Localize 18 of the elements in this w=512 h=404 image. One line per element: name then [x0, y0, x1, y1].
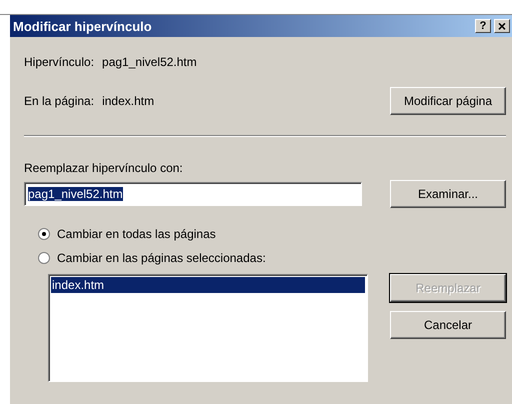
field-label: En la página: — [24, 94, 94, 108]
close-button[interactable]: × — [494, 19, 510, 33]
modify-page-button[interactable]: Modificar página — [390, 87, 506, 115]
list-item[interactable]: index.htm — [51, 277, 365, 293]
field-label: Hipervínculo: — [24, 55, 94, 69]
hyperlink-value: pag1_nivel52.htm — [102, 55, 197, 69]
radio-button[interactable] — [38, 252, 50, 264]
radio-button[interactable] — [38, 228, 50, 240]
radio-label: Cambiar en las páginas seleccionadas: — [57, 251, 266, 265]
browse-button[interactable]: Examinar... — [390, 180, 506, 208]
cancel-button[interactable]: Cancelar — [390, 311, 506, 339]
field-label: Reemplazar hipervínculo con: — [24, 161, 184, 175]
page-value: index.htm — [102, 94, 154, 108]
input-field[interactable]: pag1_nivel52.htm — [24, 182, 362, 206]
page-list[interactable]: index.htm — [48, 274, 368, 382]
window-title: Modificar hipervínculo — [13, 18, 152, 34]
help-button[interactable]: ? — [475, 19, 491, 33]
radio-label: Cambiar en todas las páginas — [57, 227, 216, 241]
